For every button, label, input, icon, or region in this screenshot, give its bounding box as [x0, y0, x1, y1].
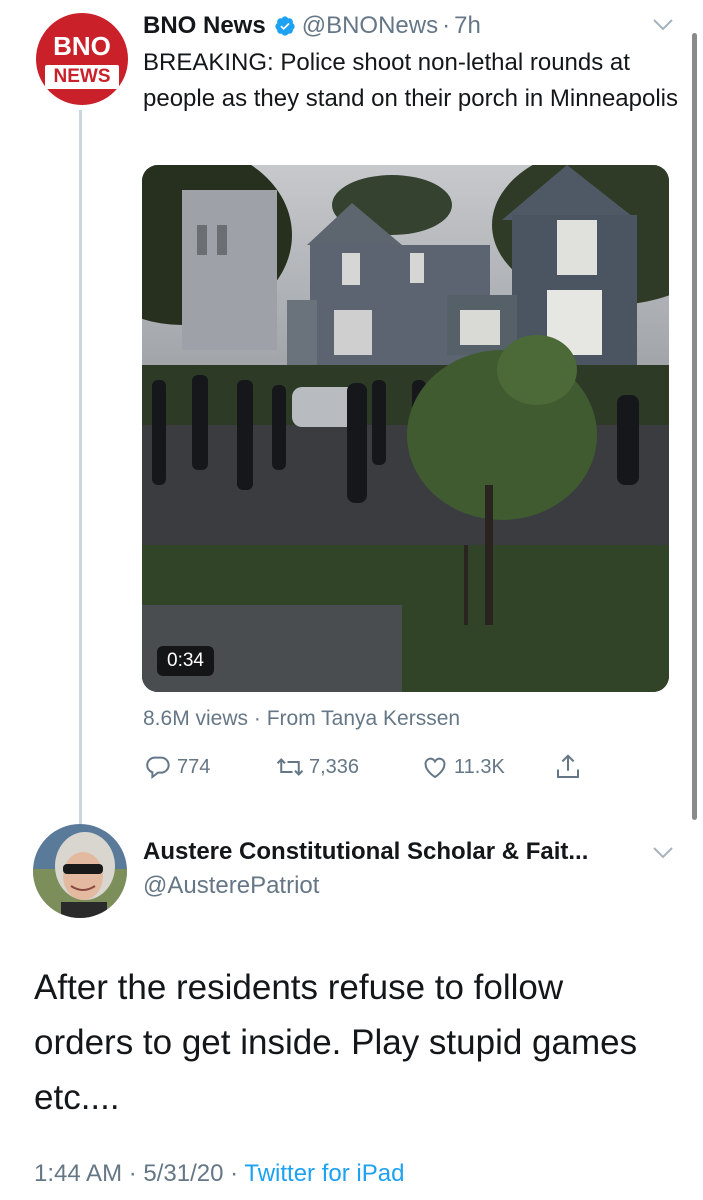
chevron-down-icon[interactable]: [652, 846, 674, 860]
scrollbar[interactable]: [692, 33, 697, 820]
author-name[interactable]: Austere Constitutional Scholar & Fait...: [143, 838, 588, 866]
video-player[interactable]: [142, 165, 669, 692]
retweet-icon: [276, 758, 304, 776]
tweet-source-link[interactable]: Twitter for iPad: [244, 1160, 404, 1187]
reply-button[interactable]: 774: [143, 752, 210, 782]
separator-dot: ·: [223, 1160, 245, 1187]
avatar-logo-text-top: BNO: [53, 31, 111, 61]
video-views-line: 8.6M views · From Tanya Kerssen: [143, 707, 460, 731]
like-icon: [424, 757, 446, 779]
retweet-button[interactable]: 7,336: [275, 752, 359, 782]
avatar-photo: [33, 824, 127, 918]
from-attribution[interactable]: From Tanya Kerssen: [267, 707, 460, 730]
verified-icon: [275, 16, 295, 36]
separator-dot: ·: [122, 1160, 144, 1187]
reply-icon: [146, 756, 170, 780]
share-icon: [557, 754, 579, 778]
avatar[interactable]: [33, 824, 127, 918]
tweet-metadata: 1:44 AM · 5/31/20 · Twitter for iPad: [34, 1160, 404, 1188]
tweet-date[interactable]: 5/31/20: [143, 1160, 223, 1187]
thread-line: [79, 110, 82, 830]
tweet-time[interactable]: 7h: [454, 12, 481, 40]
author-handle[interactable]: @BNONews: [302, 12, 438, 40]
tweet-time[interactable]: 1:44 AM: [34, 1160, 122, 1187]
reply-count: 774: [177, 755, 211, 778]
video-duration-badge: 0:34: [157, 646, 214, 676]
video-thumbnail: [142, 165, 669, 692]
parent-tweet-header: BNO News @BNONews · 7h: [143, 8, 481, 44]
author-handle[interactable]: @AusterePatriot: [143, 872, 319, 900]
separator-dot: ·: [442, 12, 451, 39]
like-button[interactable]: 11.3K: [420, 752, 505, 782]
author-name[interactable]: BNO News: [143, 12, 266, 40]
views-count: 8.6M views: [143, 707, 249, 730]
separator-dot: ·: [248, 707, 267, 730]
tweet-text: After the residents refuse to follow ord…: [34, 968, 638, 1117]
avatar-logo-text-bottom: NEWS: [45, 65, 119, 89]
bno-avatar[interactable]: BNO NEWS: [36, 13, 128, 105]
retweet-count: 7,336: [309, 755, 360, 778]
parent-tweet-text: BREAKING: Police shoot non-lethal rounds…: [143, 49, 679, 112]
like-count: 11.3K: [454, 755, 505, 778]
chevron-down-icon[interactable]: [652, 18, 674, 32]
tweet-actions: 774 7,336 11.3K: [143, 752, 583, 792]
share-button[interactable]: [553, 752, 587, 782]
